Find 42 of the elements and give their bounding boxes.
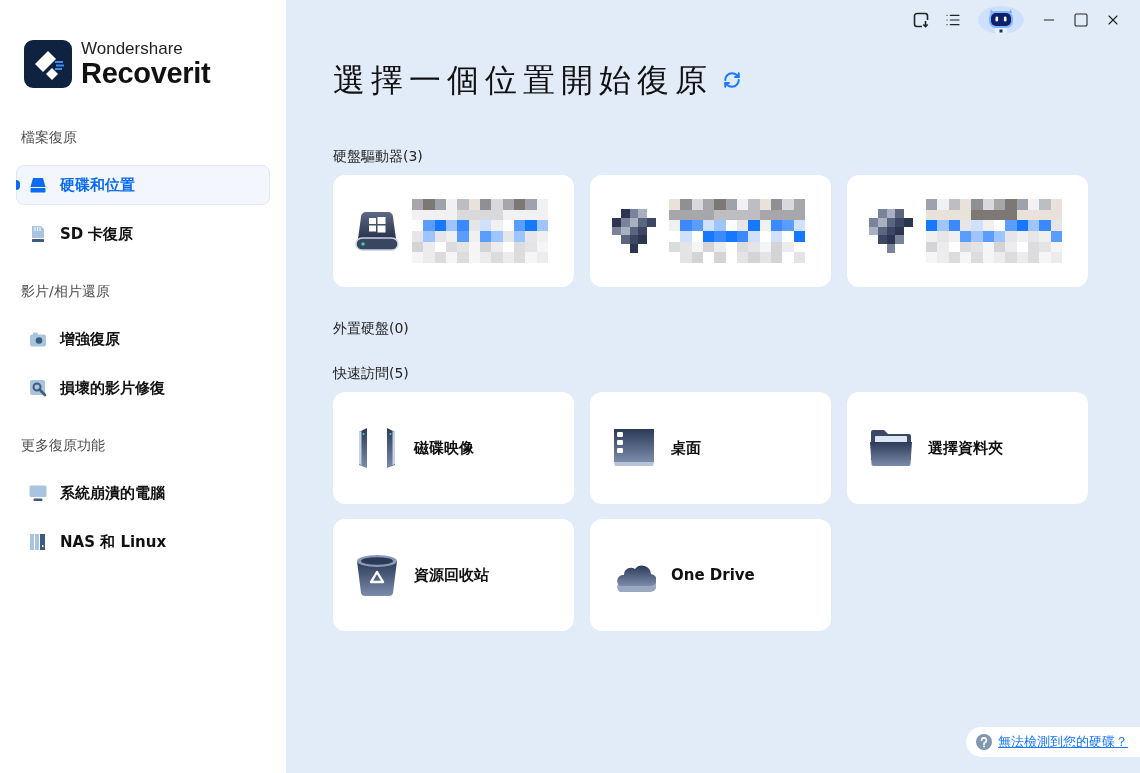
help-icon [976, 734, 992, 750]
sidebar-item[interactable]: SD 卡復原 [16, 214, 270, 254]
sd-card-icon [29, 225, 47, 243]
group-heading: 外置硬盤(0) [333, 319, 409, 338]
list-icon[interactable] [945, 12, 961, 28]
blurred-icon [612, 209, 656, 253]
brand-name: Wondershare [81, 40, 184, 58]
location-card[interactable]: 資源回收站 [333, 519, 574, 631]
location-card[interactable]: 桌面 [590, 392, 831, 504]
drive-card[interactable] [847, 175, 1088, 287]
location-card[interactable]: One Drive [590, 519, 831, 631]
group-heading: 快速訪問(5) [333, 364, 409, 383]
sidebar-item[interactable]: NAS 和 Linux [16, 522, 270, 562]
logo-icon [24, 40, 72, 88]
sidebar-item[interactable]: 增強復原 [16, 319, 270, 359]
blurred-icon [869, 209, 913, 253]
camera-icon [29, 330, 47, 348]
maximize-icon[interactable] [1073, 12, 1089, 28]
drive-card[interactable] [590, 175, 831, 287]
group-heading: 硬盤驅動器(3) [333, 147, 423, 166]
monitor-icon [29, 484, 47, 502]
help-link[interactable]: 無法檢測到您的硬碟？ [998, 733, 1128, 751]
sidebar-item[interactable]: 系統崩潰的電腦 [16, 473, 270, 513]
hard-drive-icon [355, 211, 399, 251]
sidebar-item[interactable]: 損壞的影片修復 [16, 368, 270, 408]
section-heading: 影片/相片還原 [20, 282, 110, 301]
square-arrow-icon[interactable] [913, 12, 929, 28]
drive-card[interactable] [333, 175, 574, 287]
location-card[interactable]: 磁碟映像 [333, 392, 574, 504]
refresh-icon[interactable] [723, 71, 741, 89]
sidebar-item[interactable]: 硬碟和位置 [16, 165, 270, 205]
section-heading: 檔案復原 [20, 128, 77, 147]
location-card[interactable]: 選擇資料夾 [847, 392, 1088, 504]
selection-indicator-icon [16, 180, 20, 190]
server-rack-icon [29, 533, 47, 551]
wrench-icon [29, 379, 47, 397]
recycle-bin-icon [355, 553, 399, 597]
page-title: 選擇一個位置開始復原 [333, 61, 713, 100]
product-name: Recoverit [81, 58, 211, 88]
drive-icon [29, 176, 47, 194]
section-heading: 更多復原功能 [20, 436, 105, 455]
robot-avatar-icon[interactable] [977, 5, 1025, 35]
